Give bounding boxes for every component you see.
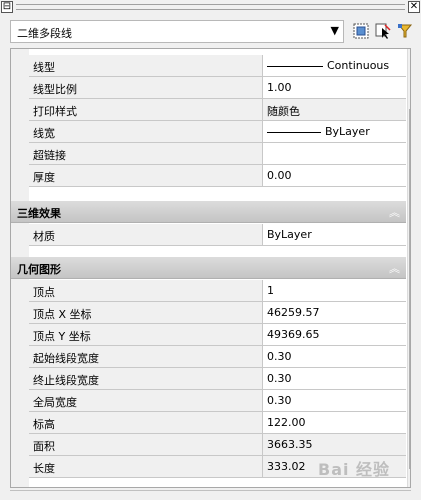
property-row-plot-style[interactable]: 打印样式 随颜色 xyxy=(11,99,406,121)
property-value-vertex-y[interactable]: 49369.65 xyxy=(262,324,406,346)
property-value-plot-style: 随颜色 xyxy=(262,99,406,121)
property-value-thickness[interactable]: 0.00 xyxy=(262,165,406,187)
property-label: 线型 xyxy=(29,55,262,77)
property-label: 材质 xyxy=(29,224,262,246)
pickadd-toggle-icon xyxy=(397,24,413,38)
group-title: 几何图形 xyxy=(17,263,61,276)
properties-panel: 线型 Continuous 线型比例 1.00 打印样式 随颜色 线宽 ByLa… xyxy=(10,48,411,488)
property-label: 顶点 xyxy=(29,280,262,302)
property-row-linetype-scale[interactable]: 线型比例 1.00 xyxy=(11,77,406,99)
vertical-scrollbar[interactable]: ▲ ▼ xyxy=(407,49,411,487)
property-value-elevation[interactable]: 122.00 xyxy=(262,412,406,434)
property-row-vertex-x[interactable]: 顶点 X 坐标 46259.57 xyxy=(11,302,406,324)
titlebar-grip[interactable] xyxy=(16,4,405,10)
property-value-linetype[interactable]: Continuous xyxy=(262,55,406,77)
collapse-icon[interactable]: ︽ xyxy=(389,204,400,220)
property-label: 打印样式 xyxy=(29,99,262,121)
close-icon[interactable]: ✕ xyxy=(408,1,420,13)
property-row-end-width[interactable]: 终止线段宽度 0.30 xyxy=(11,368,406,390)
property-label: 长度 xyxy=(29,456,262,478)
property-value-lineweight[interactable]: ByLayer xyxy=(262,121,406,143)
select-objects-icon xyxy=(375,23,391,39)
property-value-vertex[interactable]: 1 xyxy=(262,280,406,302)
property-row-global-width[interactable]: 全局宽度 0.30 xyxy=(11,390,406,412)
property-row-thickness[interactable]: 厚度 0.00 xyxy=(11,165,406,187)
linetype-text: Continuous xyxy=(327,59,390,72)
property-value-material[interactable]: ByLayer xyxy=(262,224,406,246)
scroll-up-icon[interactable]: ▲ xyxy=(410,51,411,60)
property-row-vertex-y[interactable]: 顶点 Y 坐标 49369.65 xyxy=(11,324,406,346)
scrollbar-thumb[interactable] xyxy=(409,109,410,469)
collapse-icon[interactable]: ︽ xyxy=(389,260,400,276)
property-row-area[interactable]: 面积 3663.35 xyxy=(11,434,406,456)
property-value-global-width[interactable]: 0.30 xyxy=(262,390,406,412)
property-row-linetype[interactable]: 线型 Continuous xyxy=(11,55,406,77)
pickadd-toggle-button[interactable] xyxy=(394,20,414,42)
property-label: 标高 xyxy=(29,412,262,434)
property-value-start-width[interactable]: 0.30 xyxy=(262,346,406,368)
lineweight-text: ByLayer xyxy=(325,125,370,138)
property-label: 线型比例 xyxy=(29,77,262,99)
property-row-hyperlink[interactable]: 超链接 xyxy=(11,143,406,165)
group-header-3d-effects[interactable]: 三维效果 ︽ xyxy=(11,201,406,223)
property-label: 起始线段宽度 xyxy=(29,346,262,368)
object-type-dropdown[interactable]: 二维多段线 ▼ xyxy=(10,20,344,43)
object-type-value: 二维多段线 xyxy=(17,27,72,40)
property-label: 顶点 Y 坐标 xyxy=(29,324,262,346)
property-label: 顶点 X 坐标 xyxy=(29,302,262,324)
properties-toolbar: 二维多段线 ▼ xyxy=(0,16,421,48)
bottom-strip xyxy=(10,490,411,500)
linetype-preview xyxy=(267,65,323,67)
property-value-vertex-x[interactable]: 46259.57 xyxy=(262,302,406,324)
property-label: 面积 xyxy=(29,434,262,456)
property-value-area: 3663.35 xyxy=(262,434,406,456)
scroll-down-icon[interactable]: ▼ xyxy=(410,478,411,487)
quick-select-icon xyxy=(353,23,369,39)
property-label: 终止线段宽度 xyxy=(29,368,262,390)
property-label: 全局宽度 xyxy=(29,390,262,412)
group-header-geometry[interactable]: 几何图形 ︽ xyxy=(11,257,406,279)
property-row-material[interactable]: 材质 ByLayer xyxy=(11,224,406,246)
group-title: 三维效果 xyxy=(17,207,61,220)
property-row-vertex[interactable]: 顶点 1 xyxy=(11,280,406,302)
chevron-down-icon: ▼ xyxy=(330,24,339,37)
property-label: 厚度 xyxy=(29,165,262,187)
property-row-start-width[interactable]: 起始线段宽度 0.30 xyxy=(11,346,406,368)
minimize-icon[interactable]: ⊟ xyxy=(1,1,13,13)
property-value-hyperlink[interactable] xyxy=(262,143,406,165)
palette-titlebar[interactable]: ⊟ ✕ xyxy=(0,0,421,14)
property-label: 超链接 xyxy=(29,143,262,165)
property-label: 线宽 xyxy=(29,121,262,143)
watermark: Bai 经验 xyxy=(318,460,391,479)
lineweight-preview xyxy=(267,131,321,133)
property-row-elevation[interactable]: 标高 122.00 xyxy=(11,412,406,434)
property-value-linetype-scale[interactable]: 1.00 xyxy=(262,77,406,99)
select-objects-button[interactable] xyxy=(372,20,392,42)
quick-select-button[interactable] xyxy=(350,20,370,42)
property-value-end-width[interactable]: 0.30 xyxy=(262,368,406,390)
property-row-lineweight[interactable]: 线宽 ByLayer xyxy=(11,121,406,143)
